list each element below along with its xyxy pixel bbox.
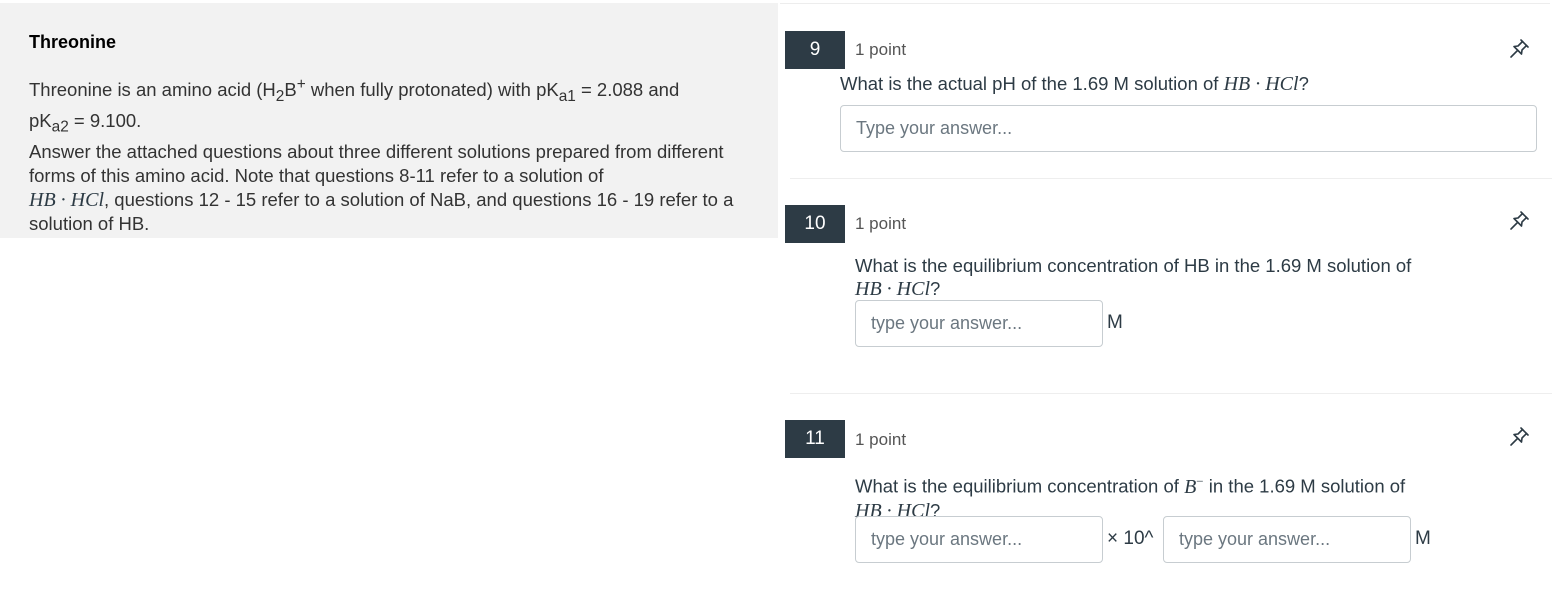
question-divider bbox=[790, 178, 1552, 179]
question-text: What is the actual pH of the 1.69 M solu… bbox=[840, 73, 1309, 95]
question-points: 1 point bbox=[855, 430, 907, 449]
question-number-badge: 11 bbox=[785, 420, 845, 458]
passage-panel: Threonine Threonine is an amino acid (H2… bbox=[0, 3, 778, 238]
question-text: What is the equilibrium concentration of… bbox=[855, 255, 1412, 300]
pin-icon[interactable] bbox=[1507, 425, 1531, 449]
mantissa-input[interactable] bbox=[855, 516, 1103, 563]
passage-formula: HB · HCl bbox=[29, 188, 104, 211]
times-ten-label: × 10^ bbox=[1107, 528, 1154, 549]
exponent-input[interactable] bbox=[1163, 516, 1411, 563]
answer-input[interactable] bbox=[855, 300, 1103, 347]
question-text: What is the equilibrium concentration of… bbox=[855, 473, 1406, 522]
passage-pka2: pKa2 = 9.100. bbox=[29, 109, 142, 136]
question-divider bbox=[790, 393, 1552, 394]
formula: HB · HCl bbox=[855, 278, 930, 300]
pin-icon[interactable] bbox=[1507, 37, 1531, 61]
top-divider bbox=[780, 3, 1550, 4]
passage-instructions: Answer the attached questions about thre… bbox=[29, 140, 734, 234]
passage-title: Threonine bbox=[29, 32, 117, 52]
pin-icon[interactable] bbox=[1507, 209, 1531, 233]
unit-label: M bbox=[1107, 312, 1123, 333]
unit-label: M bbox=[1415, 528, 1431, 549]
passage-intro: Threonine is an amino acid (H2B+ when fu… bbox=[29, 76, 680, 105]
question-number-badge: 10 bbox=[785, 205, 845, 243]
answer-input[interactable] bbox=[840, 105, 1537, 152]
question-points: 1 point bbox=[855, 40, 907, 59]
formula: HB · HCl bbox=[1223, 73, 1299, 95]
question-points: 1 point bbox=[855, 214, 907, 233]
question-number-badge: 9 bbox=[785, 31, 845, 69]
ion-symbol: B− bbox=[1184, 473, 1204, 498]
